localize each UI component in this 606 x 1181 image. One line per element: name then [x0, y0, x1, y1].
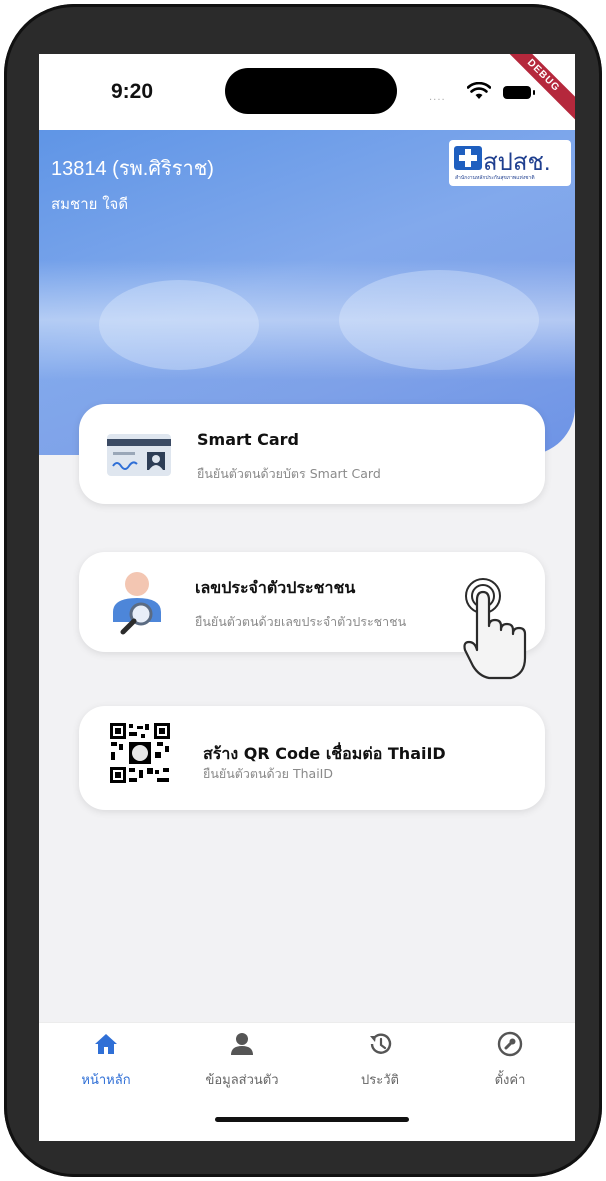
history-icon — [370, 1033, 392, 1054]
qr-code-icon — [109, 722, 171, 784]
option-subtitle: ยืนยันตัวตนด้วยบัตร Smart Card — [197, 466, 381, 481]
option-subtitle: ยืนยันตัวตนด้วย ThaiID — [203, 766, 333, 781]
hospital-name: 13814 (รพ.ศิริราช) — [51, 158, 214, 180]
bottom-nav: หน้าหลัก ข้อมูลส่วนตัว ประวัติ ตั้งค่า — [39, 1022, 575, 1141]
nav-label: ตั้งค่า — [494, 1073, 526, 1088]
smart-card-option[interactable]: Smart Card ยืนยันตัวตนด้วยบัตร Smart Car… — [79, 404, 545, 504]
nav-label: หน้าหลัก — [81, 1073, 131, 1088]
phone-frame: 9:20 .... DEBUG 13814 (รพ.ศิริราช) สมชาย… — [4, 4, 602, 1177]
tap-hand-pointer-icon — [463, 578, 527, 680]
nav-label: ประวัติ — [361, 1073, 399, 1088]
nav-item-home[interactable]: หน้าหลัก — [51, 1031, 161, 1090]
signal-icon: .... — [429, 92, 446, 103]
nav-item-settings[interactable]: ตั้งค่า — [455, 1031, 565, 1090]
status-bar: 9:20 .... DEBUG — [39, 54, 575, 130]
nav-item-profile[interactable]: ข้อมูลส่วนตัว — [187, 1031, 297, 1090]
home-icon — [95, 1034, 117, 1054]
nhso-logo: สปสช. สำนักงานหลักประกันสุขภาพแห่งชาติ — [449, 140, 571, 186]
thaiid-qr-option[interactable]: สร้าง QR Code เชื่อมต่อ ThaiID ยืนยันตัว… — [79, 706, 545, 810]
option-title: เลขประจำตัวประชาชน — [195, 578, 356, 597]
nav-item-history[interactable]: ประวัติ — [325, 1031, 435, 1090]
user-name: สมชาย ใจดี — [51, 195, 129, 213]
person-search-icon — [113, 572, 161, 635]
option-title: Smart Card — [197, 430, 299, 449]
logo-subtext: สำนักงานหลักประกันสุขภาพแห่งชาติ — [455, 175, 535, 181]
option-subtitle: ยืนยันตัวตนด้วยเลขประจำตัวประชาชน — [195, 614, 407, 629]
wrench-icon — [497, 1031, 523, 1057]
background-photo-haze — [39, 260, 575, 380]
wifi-icon — [467, 82, 491, 99]
battery-icon — [503, 86, 535, 99]
person-icon — [231, 1033, 253, 1055]
dynamic-island — [225, 68, 397, 114]
nhso-cross-icon — [454, 146, 482, 170]
home-indicator[interactable] — [215, 1117, 409, 1122]
status-time: 9:20 — [111, 80, 154, 103]
id-card-icon — [107, 434, 171, 476]
app-screen: 9:20 .... DEBUG 13814 (รพ.ศิริราช) สมชาย… — [39, 54, 575, 1141]
nav-label: ข้อมูลส่วนตัว — [205, 1073, 279, 1088]
